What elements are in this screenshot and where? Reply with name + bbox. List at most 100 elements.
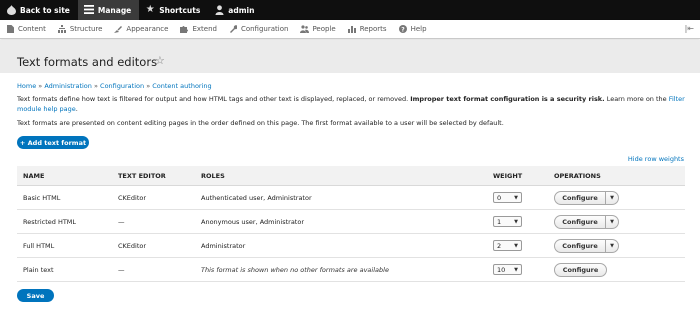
dropbutton-toggle-icon[interactable]: ▼ xyxy=(606,238,619,253)
user-label: admin xyxy=(228,5,255,15)
hamburger-icon xyxy=(83,5,94,15)
weight-cell: 10 ▼ xyxy=(493,258,522,281)
admin-toolbar: Back to site Manage ★ Shortcuts admin xyxy=(0,0,700,20)
caret-down-icon: ▼ xyxy=(514,266,518,273)
header-operations: OPERATIONS xyxy=(554,171,601,180)
format-name: Restricted HTML xyxy=(23,217,77,226)
brush-icon xyxy=(114,25,123,33)
menu-item-structure[interactable]: Structure xyxy=(52,20,109,39)
dropbutton-toggle-icon[interactable]: ▼ xyxy=(606,214,619,229)
shortcuts-label: Shortcuts xyxy=(159,5,201,15)
help-icon: ? xyxy=(398,25,407,33)
back-to-site-label: Back to site xyxy=(20,5,70,15)
manage-label: Manage xyxy=(97,5,132,15)
header-text-editor: TEXT EDITOR xyxy=(118,171,166,180)
menu-item-configuration[interactable]: Configuration xyxy=(223,20,294,39)
header-weight: WEIGHT xyxy=(493,171,523,180)
operations-button-single: Configure xyxy=(554,262,607,277)
wrench-icon xyxy=(229,25,238,33)
breadcrumb-content-authoring[interactable]: Content authoring xyxy=(152,82,211,90)
menu-item-people[interactable]: People xyxy=(294,20,341,39)
table-row: Plain text — This format is shown when n… xyxy=(17,258,685,282)
hide-row-weights-link[interactable]: Hide row weights xyxy=(628,155,684,163)
weight-select[interactable]: 0 ▼ xyxy=(493,192,522,203)
user-tab[interactable]: admin xyxy=(208,0,262,20)
format-name: Full HTML xyxy=(23,241,55,250)
tray-orientation-toggle-icon[interactable]: |⇤ xyxy=(685,24,694,33)
operations-dropbutton: Configure ▼ xyxy=(554,238,619,253)
breadcrumb-home[interactable]: Home xyxy=(17,82,36,90)
intro-more: Learn more on the xyxy=(606,95,667,103)
shortcuts-tab[interactable]: ★ Shortcuts xyxy=(139,0,208,20)
puzzle-icon xyxy=(180,25,189,33)
back-to-site-link[interactable]: Back to site xyxy=(0,0,78,20)
weight-value: 10 xyxy=(497,265,506,274)
format-name: Plain text xyxy=(23,265,54,274)
breadcrumb-configuration[interactable]: Configuration xyxy=(100,82,144,90)
format-editor: CKEditor xyxy=(118,241,147,250)
admin-menu-tray: Content Structure Appearance Extend Conf… xyxy=(0,20,700,39)
intro-paragraph: Text formats define how text is filtered… xyxy=(17,94,685,114)
text-formats-table: NAME TEXT EDITOR ROLES WEIGHT OPERATIONS… xyxy=(17,166,685,282)
format-roles-note: This format is shown when no other forma… xyxy=(201,258,389,281)
menu-item-reports[interactable]: Reports xyxy=(342,20,393,39)
menu-item-label: Help xyxy=(410,25,427,33)
menu-item-label: Appearance xyxy=(126,25,169,33)
menu-item-label: Content xyxy=(18,25,46,33)
menu-item-appearance[interactable]: Appearance xyxy=(108,20,174,39)
menu-item-label: People xyxy=(312,25,336,33)
page-title: Text formats and editors xyxy=(17,55,158,69)
menu-item-label: Reports xyxy=(359,25,387,33)
caret-down-icon: ▼ xyxy=(514,194,518,201)
order-note: Text formats are presented on content ed… xyxy=(17,119,504,127)
menu-item-content[interactable]: Content xyxy=(0,20,52,39)
breadcrumb: Home » Administration » Configuration » … xyxy=(17,82,212,90)
weight-cell: 1 ▼ xyxy=(493,210,522,233)
configure-button[interactable]: Configure xyxy=(554,262,607,277)
star-icon: ★ xyxy=(145,4,155,15)
weight-select[interactable]: 1 ▼ xyxy=(493,216,522,227)
weight-value: 1 xyxy=(497,217,502,226)
weight-value: 0 xyxy=(497,193,502,202)
security-warning: Improper text format configuration is a … xyxy=(410,95,605,103)
weight-select[interactable]: 10 ▼ xyxy=(493,264,522,275)
user-icon xyxy=(214,5,224,15)
save-button[interactable]: Save xyxy=(17,289,54,302)
manage-tab[interactable]: Manage xyxy=(77,0,140,20)
dropbutton-toggle-icon[interactable]: ▼ xyxy=(606,190,619,205)
menu-item-label: Extend xyxy=(192,25,217,33)
menu-item-help[interactable]: ? Help xyxy=(393,20,433,39)
format-editor: — xyxy=(118,217,125,226)
weight-select[interactable]: 2 ▼ xyxy=(493,240,522,251)
shortcut-star-icon[interactable]: ☆ xyxy=(155,54,165,67)
table-row: Full HTML CKEditor Administrator 2 ▼ Conf… xyxy=(17,234,685,258)
weight-cell: 2 ▼ xyxy=(493,234,522,257)
format-roles: Authenticated user, Administrator xyxy=(201,193,312,202)
fallback-note: This format is shown when no other forma… xyxy=(201,265,389,274)
configure-button[interactable]: Configure xyxy=(554,190,606,205)
format-editor: CKEditor xyxy=(118,193,147,202)
format-roles: Anonymous user, Administrator xyxy=(201,217,305,226)
add-text-format-button[interactable]: + Add text format xyxy=(17,136,89,149)
operations-cell: Configure ▼ xyxy=(554,210,619,233)
weight-value: 2 xyxy=(497,241,502,250)
sitemap-icon xyxy=(57,25,66,33)
caret-down-icon: ▼ xyxy=(514,218,518,225)
operations-cell: Configure xyxy=(554,258,607,281)
operations-cell: Configure ▼ xyxy=(554,234,619,257)
format-editor: — xyxy=(118,265,125,274)
operations-cell: Configure ▼ xyxy=(554,186,619,209)
file-icon xyxy=(6,25,14,33)
weight-cell: 0 ▼ xyxy=(493,186,522,209)
format-roles: Administrator xyxy=(201,241,246,250)
configure-button[interactable]: Configure xyxy=(554,238,606,253)
intro-text: Text formats define how text is filtered… xyxy=(17,95,409,103)
menu-item-extend[interactable]: Extend xyxy=(174,20,223,39)
table-row: Basic HTML CKEditor Authenticated user, … xyxy=(17,186,685,210)
header-name: NAME xyxy=(23,171,45,180)
header-roles: ROLES xyxy=(201,171,225,180)
breadcrumb-administration[interactable]: Administration xyxy=(44,82,92,90)
drupal-logo-icon xyxy=(6,5,16,15)
menu-item-label: Configuration xyxy=(240,25,289,33)
configure-button[interactable]: Configure xyxy=(554,214,606,229)
